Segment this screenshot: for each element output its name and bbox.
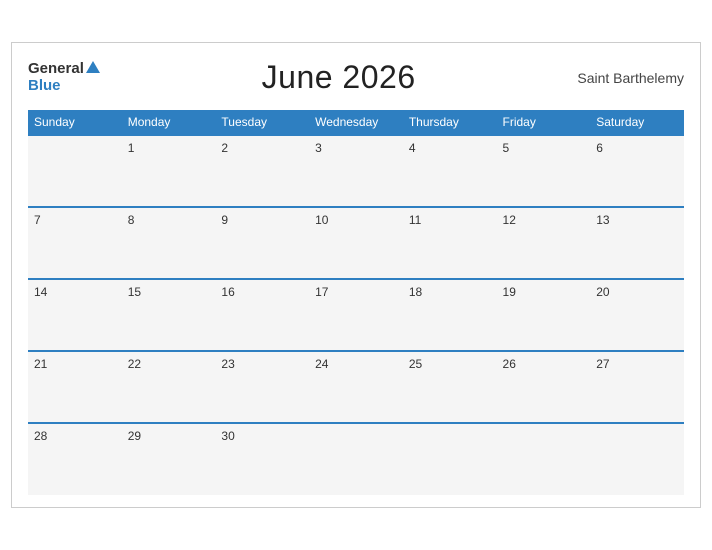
logo-general-text: General (28, 61, 84, 78)
day-number: 2 (221, 141, 228, 155)
day-cell-17: 17 (309, 279, 403, 351)
day-cell-11: 11 (403, 207, 497, 279)
empty-cell (497, 423, 591, 495)
day-cell-18: 18 (403, 279, 497, 351)
day-cell-3: 3 (309, 135, 403, 207)
week-row-2: 7 8 9 10 11 12 13 (28, 207, 684, 279)
day-number: 19 (503, 285, 516, 299)
day-cell-16: 16 (215, 279, 309, 351)
day-cell-12: 12 (497, 207, 591, 279)
day-cell-24: 24 (309, 351, 403, 423)
day-cell-27: 27 (590, 351, 684, 423)
day-number: 14 (34, 285, 47, 299)
weekday-header-sunday: Sunday (28, 110, 122, 135)
weekday-header-row: SundayMondayTuesdayWednesdayThursdayFrid… (28, 110, 684, 135)
day-number: 18 (409, 285, 422, 299)
day-number: 30 (221, 429, 234, 443)
day-cell-2: 2 (215, 135, 309, 207)
day-cell-26: 26 (497, 351, 591, 423)
weekday-header-thursday: Thursday (403, 110, 497, 135)
day-cell-14: 14 (28, 279, 122, 351)
day-cell-7: 7 (28, 207, 122, 279)
empty-cell (309, 423, 403, 495)
day-cell-8: 8 (122, 207, 216, 279)
weekday-header-tuesday: Tuesday (215, 110, 309, 135)
day-cell-10: 10 (309, 207, 403, 279)
week-row-3: 14 15 16 17 18 19 20 (28, 279, 684, 351)
day-cell-9: 9 (215, 207, 309, 279)
day-number: 8 (128, 213, 135, 227)
day-number: 23 (221, 357, 234, 371)
week-row-1: 1 2 3 4 5 6 (28, 135, 684, 207)
day-number: 4 (409, 141, 416, 155)
calendar: General Blue June 2026 Saint Barthelemy … (11, 42, 701, 508)
day-number: 17 (315, 285, 328, 299)
day-cell-22: 22 (122, 351, 216, 423)
weekday-header-monday: Monday (122, 110, 216, 135)
day-number: 6 (596, 141, 603, 155)
day-number: 3 (315, 141, 322, 155)
day-number: 15 (128, 285, 141, 299)
day-number: 27 (596, 357, 609, 371)
day-cell-30: 30 (215, 423, 309, 495)
day-number: 13 (596, 213, 609, 227)
weekday-header-saturday: Saturday (590, 110, 684, 135)
weekday-header-friday: Friday (497, 110, 591, 135)
day-number: 7 (34, 213, 41, 227)
day-number: 22 (128, 357, 141, 371)
empty-cell (590, 423, 684, 495)
day-number: 1 (128, 141, 135, 155)
day-number: 11 (409, 213, 421, 227)
week-row-5: 28 29 30 (28, 423, 684, 495)
day-number: 10 (315, 213, 328, 227)
day-cell-23: 23 (215, 351, 309, 423)
day-cell-4: 4 (403, 135, 497, 207)
calendar-region: Saint Barthelemy (577, 70, 684, 86)
day-number: 24 (315, 357, 328, 371)
logo-blue-text: Blue (28, 78, 100, 95)
day-cell-15: 15 (122, 279, 216, 351)
day-cell-6: 6 (590, 135, 684, 207)
day-number: 16 (221, 285, 234, 299)
day-number: 5 (503, 141, 510, 155)
day-number: 9 (221, 213, 228, 227)
calendar-table: SundayMondayTuesdayWednesdayThursdayFrid… (28, 110, 684, 495)
empty-cell (28, 135, 122, 207)
weekday-header-wednesday: Wednesday (309, 110, 403, 135)
day-cell-19: 19 (497, 279, 591, 351)
day-cell-20: 20 (590, 279, 684, 351)
calendar-header: General Blue June 2026 Saint Barthelemy (28, 59, 684, 96)
day-number: 20 (596, 285, 609, 299)
day-cell-25: 25 (403, 351, 497, 423)
logo-triangle-icon (86, 61, 100, 73)
day-number: 28 (34, 429, 47, 443)
day-cell-1: 1 (122, 135, 216, 207)
day-number: 29 (128, 429, 141, 443)
day-cell-5: 5 (497, 135, 591, 207)
day-number: 12 (503, 213, 516, 227)
day-number: 21 (34, 357, 47, 371)
day-cell-28: 28 (28, 423, 122, 495)
week-row-4: 21 22 23 24 25 26 27 (28, 351, 684, 423)
empty-cell (403, 423, 497, 495)
calendar-title: June 2026 (262, 59, 416, 96)
day-cell-21: 21 (28, 351, 122, 423)
day-cell-13: 13 (590, 207, 684, 279)
day-number: 26 (503, 357, 516, 371)
day-cell-29: 29 (122, 423, 216, 495)
logo: General Blue (28, 61, 100, 94)
day-number: 25 (409, 357, 422, 371)
